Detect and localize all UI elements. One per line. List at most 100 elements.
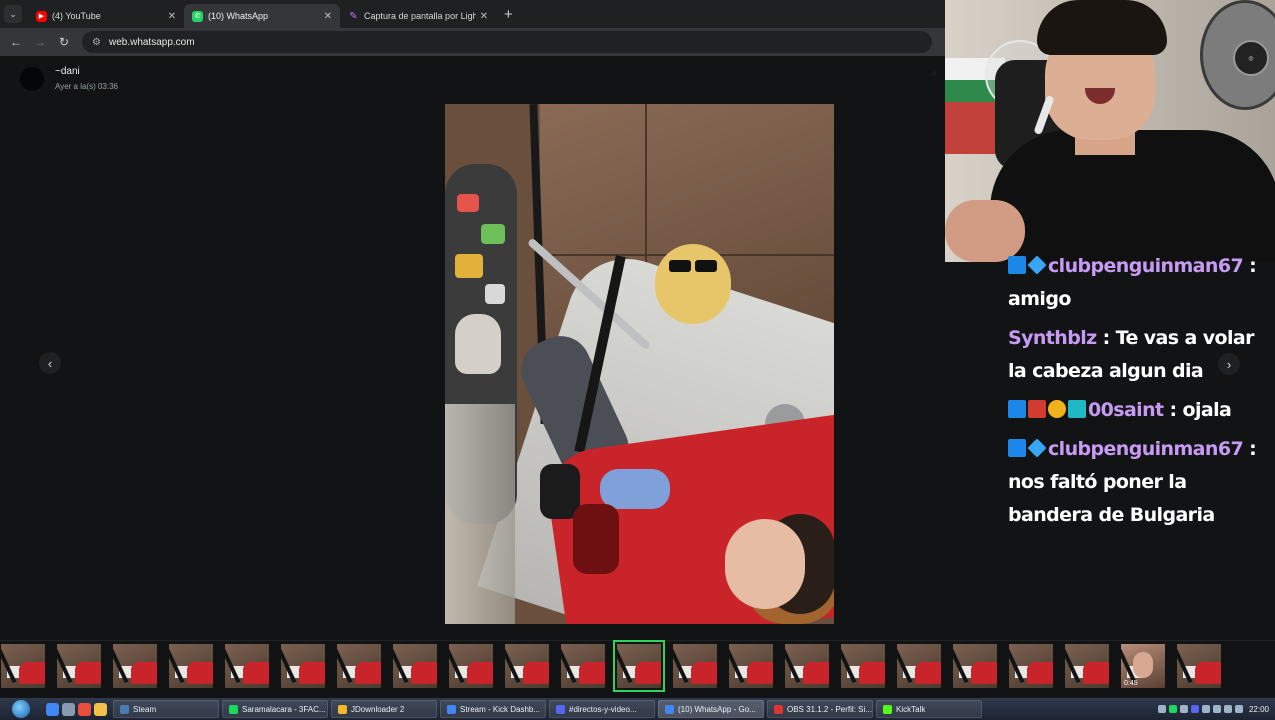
photo-thumbnail[interactable] <box>953 644 997 688</box>
windows-logo-icon <box>12 700 30 718</box>
chat-username[interactable]: 00saint <box>1088 399 1164 421</box>
tray-icon[interactable] <box>1201 705 1210 713</box>
streamer-hair <box>1037 0 1167 55</box>
photo-thumbnail[interactable] <box>449 644 493 688</box>
close-tab-icon[interactable]: ✕ <box>480 11 488 22</box>
network-icon[interactable] <box>1234 705 1243 713</box>
close-tab-icon[interactable]: ✕ <box>168 11 176 22</box>
system-tray: 22:00 <box>1155 698 1275 720</box>
chat-badge-icon <box>1027 438 1047 458</box>
taskbar-clock[interactable]: 22:00 <box>1249 705 1269 714</box>
reload-icon[interactable]: ↻ <box>52 35 76 49</box>
tray-icon[interactable] <box>1212 705 1221 713</box>
taskbar-button-label: (10) WhatsApp - Go... <box>678 704 756 714</box>
photo-thumbnail[interactable] <box>841 644 885 688</box>
taskbar-button[interactable]: Saramalacara - 3FAC... <box>222 700 328 718</box>
photo-thumbnail[interactable] <box>1065 644 1109 688</box>
app-icon <box>447 704 456 714</box>
chat-badge-icon <box>1008 400 1026 418</box>
photo-thumbnail[interactable] <box>673 644 717 688</box>
taskbar-button-label: Saramalacara - 3FAC... <box>242 704 326 714</box>
photo-sticker <box>485 284 505 304</box>
photo-thumbnail[interactable] <box>1009 644 1053 688</box>
chat-badge-icon <box>1008 256 1026 274</box>
photo-thumbnail[interactable] <box>505 644 549 688</box>
windows-taskbar: Steam Saramalacara - 3FAC... JDownloader 2… <box>0 698 1275 720</box>
photo-thumbnail[interactable] <box>337 644 381 688</box>
taskbar-button[interactable]: Steam <box>113 700 219 718</box>
tab-title: (10) WhatsApp <box>208 11 269 21</box>
photo-thumbnail[interactable] <box>561 644 605 688</box>
chat-badge-icon <box>1048 400 1066 418</box>
tray-icon[interactable] <box>1190 705 1199 713</box>
photo-sticker <box>455 254 483 278</box>
taskbar-button-label: Stream - Kick Dashb... <box>460 704 541 714</box>
chat-badge-icon <box>1028 400 1046 418</box>
browser-icon[interactable] <box>78 702 91 716</box>
video-thumbnail[interactable]: 0:45 <box>1121 644 1165 688</box>
folder-icon[interactable] <box>94 702 107 716</box>
tab-search-menu-icon[interactable]: ⌄ <box>4 5 22 23</box>
stream-chat-overlay: clubpenguinman67 : amigo Synthblz : Te va… <box>1008 250 1270 538</box>
chat-username[interactable]: Synthblz <box>1008 327 1097 349</box>
forward-arrow-icon[interactable]: → <box>28 35 52 49</box>
photo-sticker <box>481 224 505 244</box>
avatar[interactable] <box>20 67 44 91</box>
taskbar-button[interactable]: KickTalk <box>876 700 982 718</box>
address-bar[interactable]: ⚙ web.whatsapp.com <box>82 31 932 53</box>
app-icon <box>774 704 783 714</box>
previous-media-button[interactable]: ‹ <box>39 352 61 374</box>
new-tab-button[interactable]: + <box>504 6 513 23</box>
photo-thumbnail[interactable] <box>225 644 269 688</box>
desktop-icon[interactable] <box>62 702 75 716</box>
photo-thumbnail[interactable] <box>729 644 773 688</box>
photo-thumbnail[interactable] <box>113 644 157 688</box>
chat-username[interactable]: clubpenguinman67 <box>1048 438 1244 460</box>
photo-thumbnail[interactable] <box>57 644 101 688</box>
photo-thumbnail[interactable] <box>613 640 665 692</box>
taskbar-button[interactable]: (10) WhatsApp - Go... <box>658 700 764 718</box>
chrome-icon[interactable] <box>46 702 59 716</box>
tab-whatsapp[interactable]: ✆ (10) WhatsApp ✕ <box>184 4 340 28</box>
photo-thumbnail[interactable] <box>169 644 213 688</box>
chat-message: 00saint : ojala <box>1008 394 1270 427</box>
app-icon <box>229 704 238 714</box>
taskbar-button[interactable]: JDownloader 2 <box>331 700 437 718</box>
close-tab-icon[interactable]: ✕ <box>324 11 332 22</box>
tray-icon[interactable] <box>1157 705 1166 713</box>
tray-icon[interactable] <box>1168 705 1177 713</box>
tab-lightshot[interactable]: ✎ Captura de pantalla por Lightsh ✕ <box>340 4 496 28</box>
pinned-apps <box>46 702 110 716</box>
tray-icon[interactable] <box>1179 705 1188 713</box>
chat-separator: : <box>1243 438 1257 460</box>
site-settings-icon[interactable]: ⚙ <box>92 37 101 48</box>
sender-info[interactable]: ~dani Ayer a la(s) 03:36 <box>20 66 118 91</box>
photo-thumbnail[interactable] <box>393 644 437 688</box>
lightshot-feather-icon: ✎ <box>349 10 358 22</box>
tab-youtube[interactable]: ▶ (4) YouTube ✕ <box>28 4 184 28</box>
app-icon <box>665 704 674 714</box>
photo-shower-door <box>445 404 515 624</box>
browser-tab-strip: ⌄ ▶ (4) YouTube ✕ ✆ (10) WhatsApp ✕ ✎ Ca… <box>0 0 945 28</box>
photo-thumbnail[interactable] <box>897 644 941 688</box>
tab-title: (4) YouTube <box>52 11 101 21</box>
photo-thumbnail[interactable] <box>785 644 829 688</box>
tab-title: Captura de pantalla por Lightsh <box>364 11 476 21</box>
chat-username[interactable]: clubpenguinman67 <box>1048 255 1244 277</box>
taskbar-button-label: OBS 31.1.2 - Perfil: Si... <box>787 704 872 714</box>
taskbar-button[interactable]: Stream - Kick Dashb... <box>440 700 546 718</box>
media-photo[interactable] <box>445 104 834 624</box>
taskbar-button[interactable]: #directos-y-video... <box>549 700 655 718</box>
taskbar-button[interactable]: OBS 31.1.2 - Perfil: Si... <box>767 700 873 718</box>
chair-logo-icon: ◎ <box>1233 40 1269 76</box>
zoom-icon[interactable]: ⌕ <box>931 68 937 79</box>
app-icon <box>556 704 565 714</box>
next-media-button[interactable]: › <box>1218 353 1240 375</box>
back-arrow-icon[interactable]: ← <box>4 35 28 49</box>
photo-thumbnail[interactable] <box>1177 644 1221 688</box>
start-button[interactable] <box>8 698 34 720</box>
volume-icon[interactable] <box>1223 705 1232 713</box>
photo-thumbnail[interactable] <box>281 644 325 688</box>
photo-thumbnail[interactable] <box>1 644 45 688</box>
app-icon <box>120 704 129 714</box>
